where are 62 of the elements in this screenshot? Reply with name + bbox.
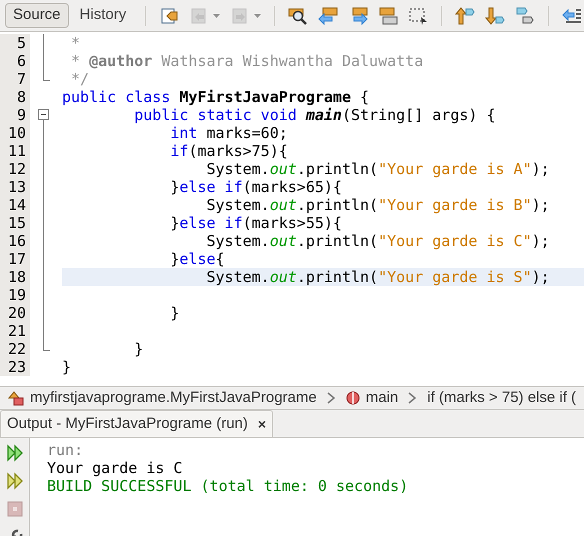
code-line: } xyxy=(133,340,144,358)
search-icon[interactable] xyxy=(288,6,308,26)
code-line: System.out.println("Your garde is S"); xyxy=(205,268,550,286)
line-number: 7 xyxy=(16,70,26,88)
line-number: 20 xyxy=(8,304,26,322)
line-number: 22 xyxy=(8,340,26,358)
editor-tab[interactable]: History xyxy=(72,3,134,28)
line-number: 12 xyxy=(8,160,26,178)
chevron-icon xyxy=(326,392,336,404)
code-line: public class MyFirstJavaPrograme { xyxy=(62,88,370,106)
line-number: 13 xyxy=(8,178,26,196)
breadcrumb-item[interactable]: if (marks > 75) else if ( xyxy=(427,387,576,409)
code-line: * @author Wathsara Wishwantha Daluwatta xyxy=(70,52,424,70)
line-number: 16 xyxy=(8,232,26,250)
line-number: 14 xyxy=(8,196,26,214)
code-line: System.out.println("Your garde is A"); xyxy=(205,160,550,178)
method-icon xyxy=(346,391,360,405)
selection-icon[interactable] xyxy=(408,6,428,26)
output-line: Your garde is C xyxy=(47,459,182,477)
rerun-icon[interactable] xyxy=(6,444,24,462)
code-line: }else{ xyxy=(169,250,225,268)
line-number: 6 xyxy=(16,52,26,70)
bookmark-toggle-icon[interactable] xyxy=(159,6,180,26)
code-line: if(marks>75){ xyxy=(169,142,288,160)
code-line: */ xyxy=(70,70,90,88)
code-line: }else if(marks>55){ xyxy=(169,214,342,232)
close-button[interactable]: × xyxy=(258,414,266,434)
editor-tab[interactable]: Source xyxy=(5,3,69,28)
line-number: 11 xyxy=(8,142,26,160)
code-line: int marks=60; xyxy=(169,124,288,142)
output-line: BUILD SUCCESSFUL (total time: 0 seconds) xyxy=(47,477,408,495)
highlight-icon[interactable] xyxy=(378,6,398,26)
line-number: 17 xyxy=(8,250,26,268)
code-line: public static void main(String[] args) { xyxy=(133,106,496,124)
output-tab-title: Output - MyFirstJavaPrograme (run) xyxy=(7,414,248,434)
breadcrumb-item[interactable]: main xyxy=(366,387,398,409)
find-previous-icon[interactable] xyxy=(318,6,338,26)
arrow-down-icon[interactable] xyxy=(485,6,506,26)
chevron-icon xyxy=(408,392,418,404)
breadcrumb-item[interactable]: myfirstjavaprograme.MyFirstJavaPrograme xyxy=(30,387,317,409)
code-line: System.out.println("Your garde is C"); xyxy=(205,232,550,250)
line-number: 10 xyxy=(8,124,26,142)
rerun-icon[interactable] xyxy=(6,472,24,490)
line-number: 23 xyxy=(8,358,26,376)
output-line: run: xyxy=(47,441,84,459)
arrow-up-icon[interactable] xyxy=(455,6,476,26)
code-line: } xyxy=(62,358,72,376)
line-number: 8 xyxy=(16,88,26,106)
collapse-icon[interactable] xyxy=(38,109,49,120)
code-line: } xyxy=(169,304,180,322)
line-number: 15 xyxy=(8,214,26,232)
code-line: }else if(marks>65){ xyxy=(169,178,342,196)
line-number: 9 xyxy=(16,106,26,124)
output-tab[interactable]: Output - MyFirstJavaPrograme (run) × xyxy=(0,410,274,437)
shapes-icon[interactable] xyxy=(515,6,536,26)
class-icon xyxy=(8,390,24,406)
line-number: 18 xyxy=(8,268,26,286)
code-line: * xyxy=(70,34,80,52)
line-number: 21 xyxy=(8,322,26,340)
code-line: System.out.println("Your garde is B"); xyxy=(205,196,550,214)
line-number: 5 xyxy=(16,34,26,52)
line-number: 19 xyxy=(8,286,26,304)
